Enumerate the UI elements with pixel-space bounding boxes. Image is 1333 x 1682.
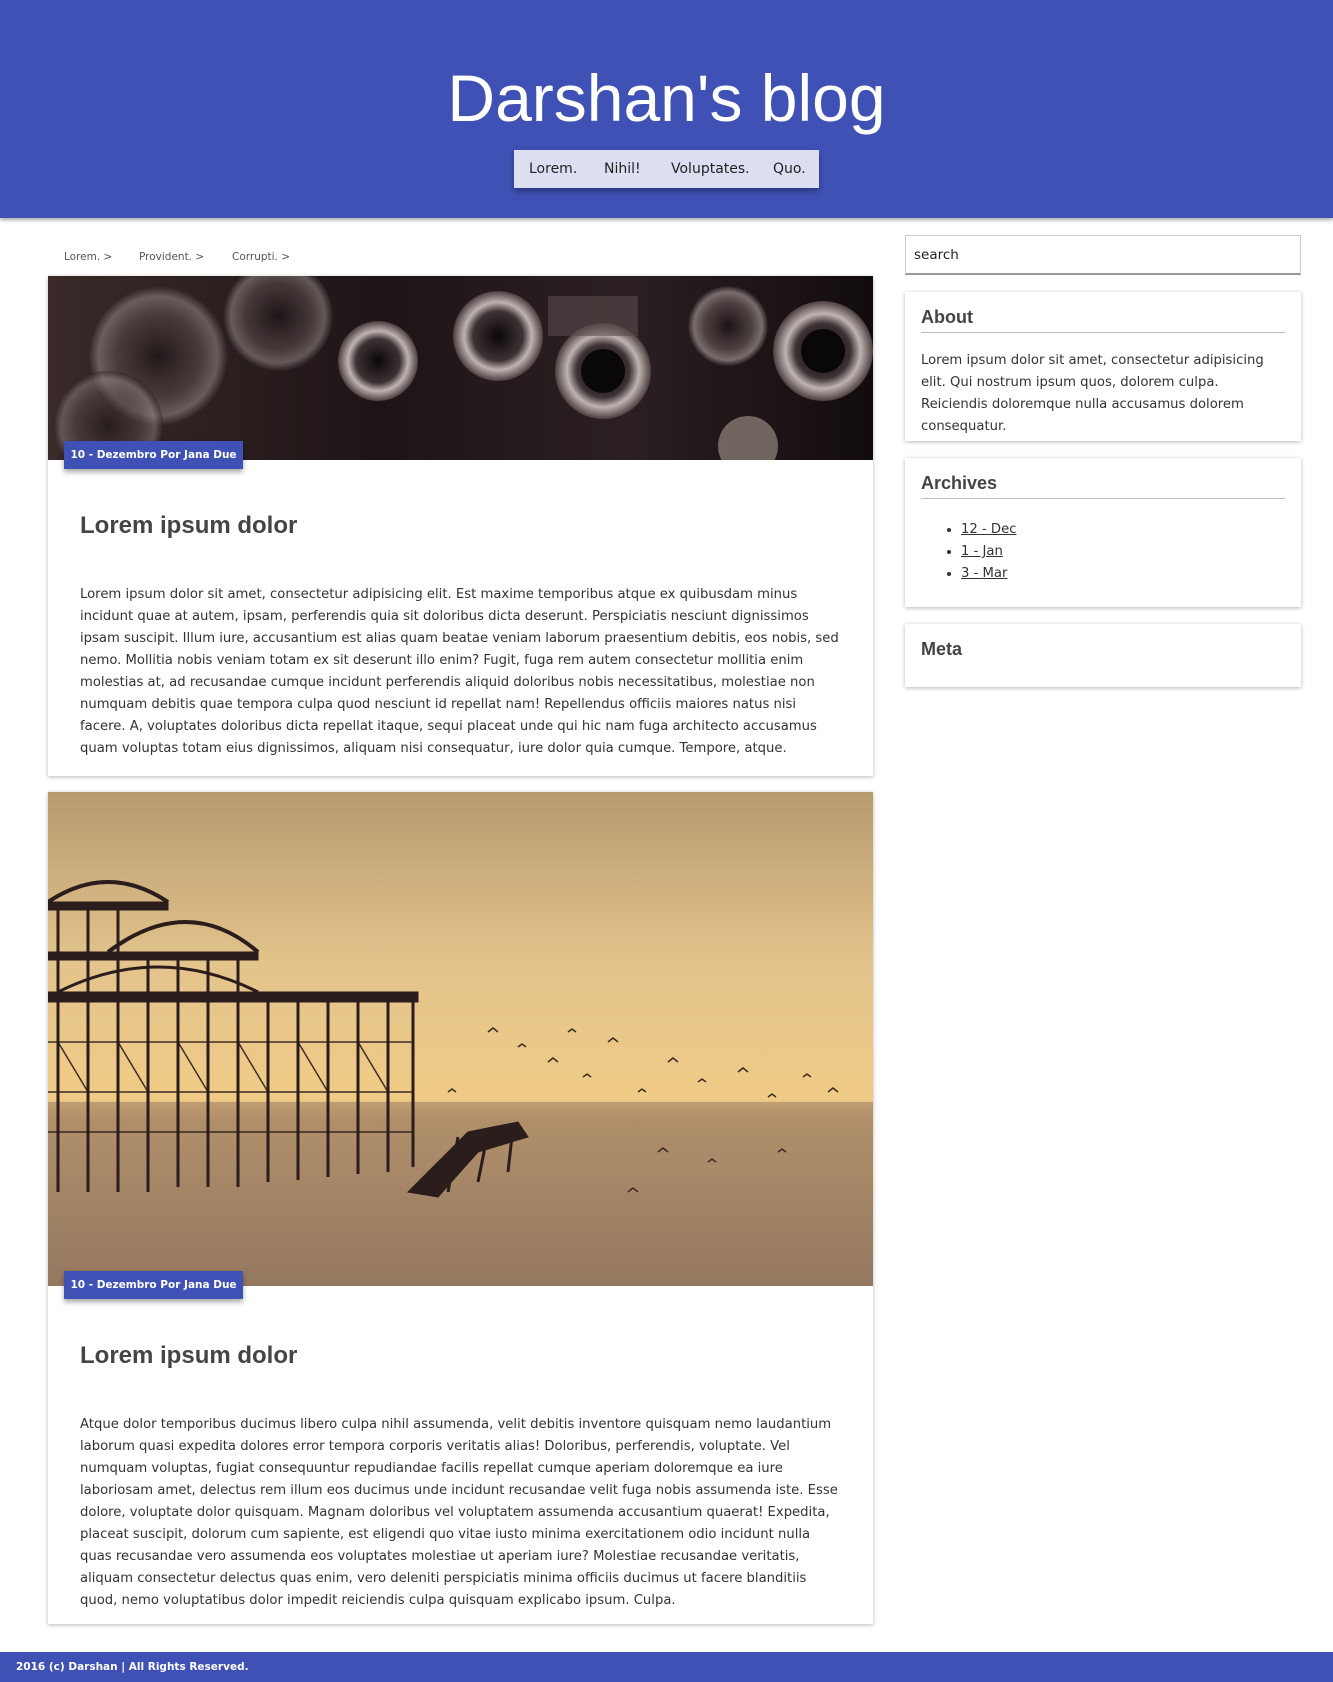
archive-item: 3 - Mar bbox=[961, 563, 1016, 585]
footer-copyright: 2016 (c) Darshan | All Rights Reserved. bbox=[16, 1661, 249, 1673]
nav-item-lorem[interactable]: Lorem. bbox=[529, 161, 577, 177]
meta-title: Meta bbox=[921, 639, 963, 659]
site-header: Darshan's blog Lorem. Nihil! Voluptates.… bbox=[0, 0, 1333, 218]
post-card: 10 - Dezembro Por Jana Due Lorem ipsum d… bbox=[48, 276, 873, 776]
post-meta-badge: 10 - Dezembro Por Jana Due bbox=[64, 1271, 243, 1299]
breadcrumb-item-corrupti[interactable]: Corrupti. > bbox=[232, 251, 290, 263]
breadcrumb-item-lorem[interactable]: Lorem. > bbox=[64, 251, 112, 263]
post-meta-badge: 10 - Dezembro Por Jana Due bbox=[64, 441, 243, 469]
post-body: Atque dolor temporibus ducimus libero cu… bbox=[80, 1417, 838, 1608]
archive-link-jan[interactable]: 1 - Jan bbox=[961, 544, 1003, 559]
post-body: Lorem ipsum dolor sit amet, consectetur … bbox=[80, 587, 839, 756]
archives-widget: Archives 12 - Dec 1 - Jan 3 - Mar bbox=[905, 458, 1301, 607]
nav-item-voluptates[interactable]: Voluptates. bbox=[671, 161, 750, 177]
meta-widget: Meta bbox=[905, 624, 1301, 687]
post-title[interactable]: Lorem ipsum dolor bbox=[80, 1342, 297, 1370]
archives-list: 12 - Dec 1 - Jan 3 - Mar bbox=[945, 519, 1016, 585]
archive-item: 12 - Dec bbox=[961, 519, 1016, 541]
about-title: About bbox=[921, 307, 1285, 333]
archive-link-dec[interactable]: 12 - Dec bbox=[961, 522, 1016, 537]
archive-link-mar[interactable]: 3 - Mar bbox=[961, 566, 1007, 581]
about-text: Lorem ipsum dolor sit amet, consectetur … bbox=[921, 353, 1264, 434]
post-image-pier bbox=[48, 792, 873, 1286]
post-card: 10 - Dezembro Por Jana Due Lorem ipsum d… bbox=[48, 792, 873, 1624]
site-title: Darshan's blog bbox=[447, 61, 886, 135]
main-nav: Lorem. Nihil! Voluptates. Quo. bbox=[514, 150, 819, 188]
archives-title: Archives bbox=[921, 473, 1285, 499]
site-footer: 2016 (c) Darshan | All Rights Reserved. bbox=[0, 1652, 1333, 1682]
nav-item-quo[interactable]: Quo. bbox=[773, 161, 806, 177]
post-title[interactable]: Lorem ipsum dolor bbox=[80, 512, 297, 540]
about-widget: About Lorem ipsum dolor sit amet, consec… bbox=[905, 292, 1301, 441]
nav-item-nihil[interactable]: Nihil! bbox=[604, 161, 641, 177]
search-input[interactable] bbox=[905, 235, 1301, 275]
archive-item: 1 - Jan bbox=[961, 541, 1016, 563]
post-image-cameras bbox=[48, 276, 873, 460]
breadcrumb-item-provident[interactable]: Provident. > bbox=[139, 251, 204, 263]
